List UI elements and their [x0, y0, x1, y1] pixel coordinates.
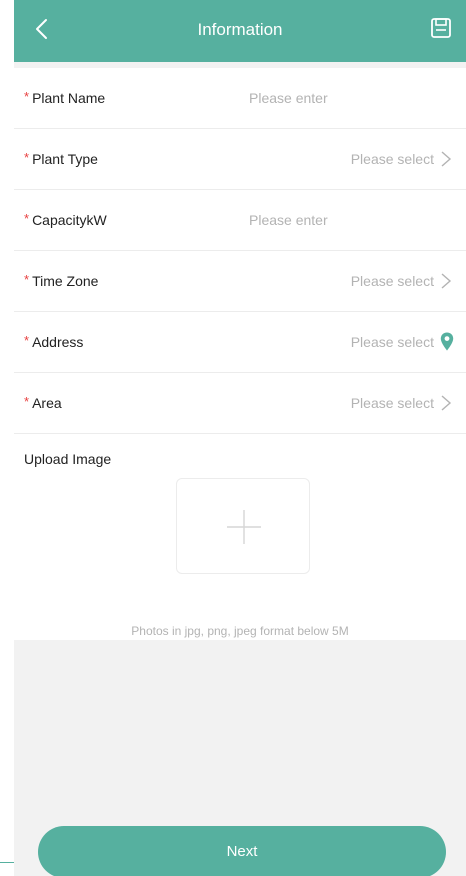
field-plant-name[interactable]: * Plant Name Please enter [14, 68, 466, 129]
app-window: Information * Plant Name Please enter * Pl… [14, 0, 466, 876]
capacity-input[interactable]: Please enter [249, 212, 328, 228]
top-bar: Information [14, 0, 466, 62]
screen: Information * Plant Name Please enter * Pl… [0, 0, 466, 876]
field-label: * Address [24, 333, 84, 350]
address-select[interactable]: Please select [351, 334, 434, 350]
upload-image-label: Upload Image [24, 451, 112, 467]
field-time-zone[interactable]: * Time Zone Please select [14, 251, 466, 312]
upload-image-button[interactable] [176, 478, 310, 574]
plant-type-select[interactable]: Please select [351, 151, 434, 167]
address-label: Address [32, 334, 84, 350]
plant-name-label: Plant Name [32, 90, 106, 106]
required-mark: * [24, 211, 30, 226]
next-button[interactable]: Next [38, 826, 446, 876]
plant-name-input[interactable]: Please enter [249, 90, 328, 106]
field-label: * Plant Name [24, 89, 106, 106]
capacity-label: CapacitykW [32, 212, 107, 228]
page-title: Information [197, 20, 283, 39]
required-mark: * [24, 89, 30, 104]
area-select[interactable]: Please select [351, 395, 434, 411]
field-label: * Time Zone [24, 272, 99, 289]
plant-form: * Plant Name Please enter * Plant Type Ple… [14, 68, 466, 640]
chevron-right-icon [441, 151, 452, 167]
plus-icon [227, 510, 261, 544]
field-label: * Plant Type [24, 150, 98, 167]
chevron-right-icon [441, 273, 452, 289]
upload-hint: Photos in jpg, png, jpeg format below 5M [131, 624, 349, 638]
required-mark: * [24, 150, 30, 165]
field-address[interactable]: * Address Please select [14, 312, 466, 373]
required-mark: * [24, 394, 30, 409]
save-icon [431, 18, 451, 38]
time-zone-label: Time Zone [32, 273, 99, 289]
plant-type-label: Plant Type [32, 151, 98, 167]
location-pin-icon[interactable] [440, 332, 454, 351]
field-label: * CapacitykW [24, 211, 107, 228]
field-capacity[interactable]: * CapacitykW Please enter [14, 190, 466, 251]
field-area[interactable]: * Area Please select [14, 373, 466, 434]
required-mark: * [24, 333, 30, 348]
chevron-right-icon [441, 395, 452, 411]
required-mark: * [24, 272, 30, 287]
time-zone-select[interactable]: Please select [351, 273, 434, 289]
area-label: Area [32, 395, 62, 411]
field-plant-type[interactable]: * Plant Type Please select [14, 129, 466, 190]
field-label: * Area [24, 394, 62, 411]
save-button[interactable] [430, 17, 452, 39]
